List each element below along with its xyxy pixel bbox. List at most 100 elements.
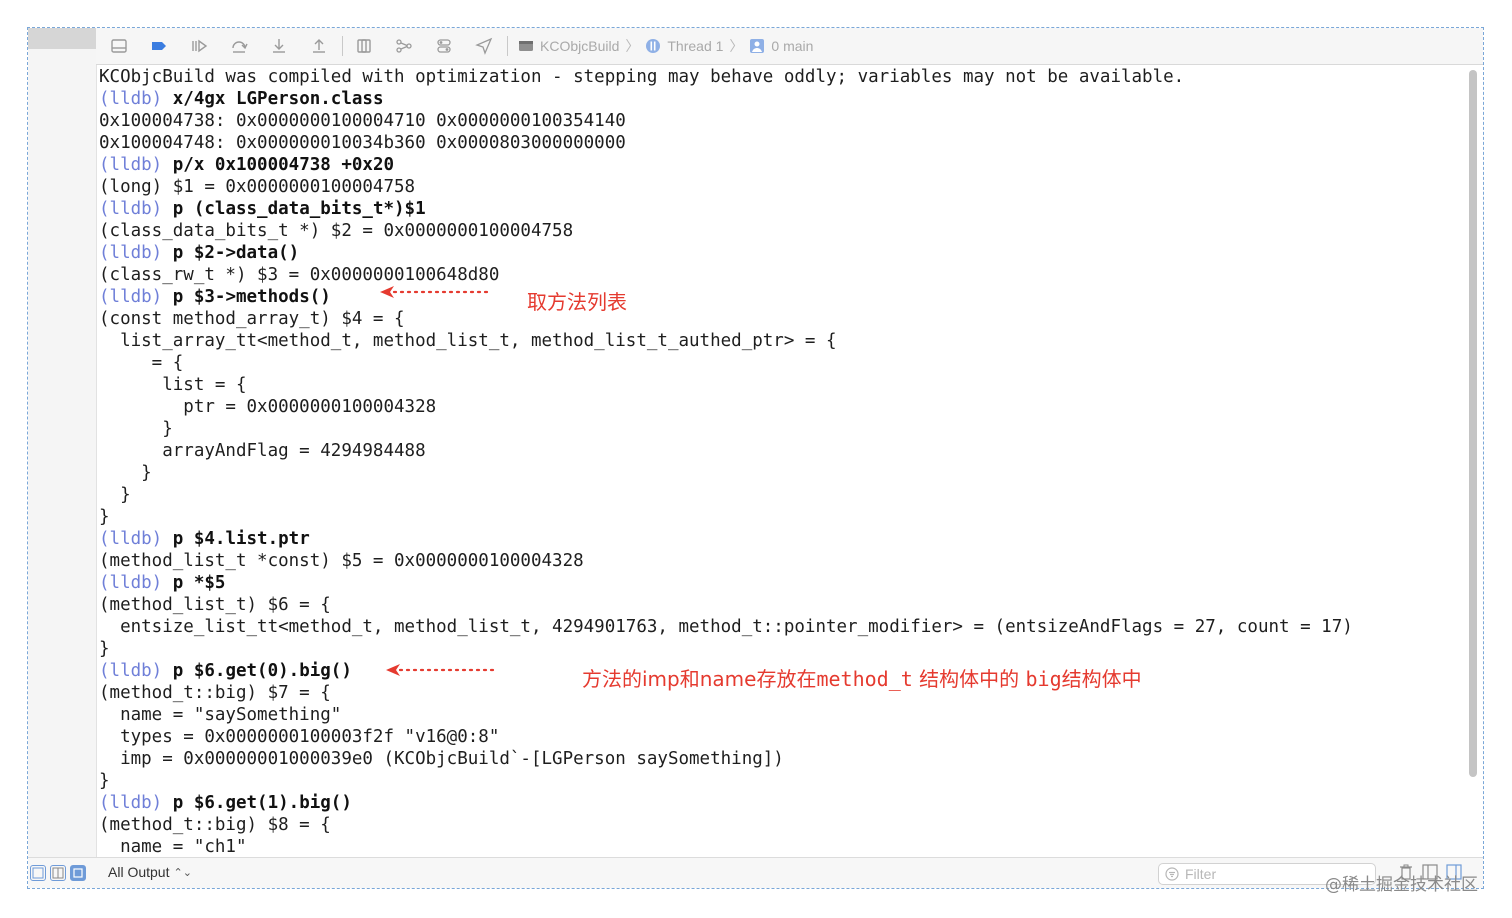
big-annotation-prefix: 方法的imp和name存放在	[582, 667, 817, 691]
lldb-command: p $4.list.ptr	[172, 529, 310, 549]
console-output-line: imp = 0x00000001000039e0 (KCObjcBuild`-[…	[99, 749, 784, 769]
split-pane-toggle-icon[interactable]	[50, 865, 66, 881]
thread-icon	[645, 38, 661, 54]
toolbar-separator	[507, 36, 508, 56]
console-output-line: name = "ch1"	[99, 837, 247, 857]
console-command-line: (lldb) p $2->data()	[99, 242, 1465, 264]
lldb-prompt: (lldb)	[99, 529, 163, 549]
lldb-prompt: (lldb)	[99, 155, 163, 175]
breadcrumb-thread[interactable]: Thread 1	[645, 38, 723, 54]
methods-annotation-text: 取方法列表	[527, 290, 627, 314]
console-output-line: list_array_tt<method_t, method_list_t, m…	[99, 331, 837, 351]
toolbar-separator	[342, 36, 343, 56]
lldb-command: x/4gx LGPerson.class	[172, 89, 384, 109]
console-output-line: name = "saySomething"	[99, 705, 342, 725]
step-over-icon[interactable]	[228, 35, 250, 57]
breadcrumb-label: 0 main	[771, 38, 814, 54]
console-output-line: (class_rw_t *) $3 = 0x0000000100648d80	[99, 265, 500, 285]
console-command-line: (lldb) x/4gx LGPerson.class	[99, 88, 1465, 110]
console-output-line: }	[99, 507, 110, 527]
filter-icon	[1165, 867, 1179, 881]
console-output-line: }	[99, 639, 110, 659]
debug-toolbar: KCObjcBuild 〉 Thread 1 〉 0 main	[96, 28, 1483, 65]
up-down-chevron-icon: ⌃⌄	[173, 866, 192, 879]
console-command-line: (lldb) p $6.get(1).big()	[99, 792, 1465, 814]
console-output-line: }	[99, 419, 173, 439]
console-command-line: (lldb) p $4.list.ptr	[99, 528, 1465, 550]
step-out-icon[interactable]	[308, 35, 330, 57]
big-annotation-arrow	[386, 664, 500, 676]
console-output-line: }	[99, 771, 110, 791]
console-output-line: list = {	[99, 375, 247, 395]
console-command-line: (lldb) p (class_data_bits_t*)$1	[99, 198, 1465, 220]
lldb-prompt: (lldb)	[99, 287, 163, 307]
lldb-command: p $6.get(1).big()	[172, 793, 352, 813]
console-command-line: (lldb) p $3->methods()	[99, 286, 1465, 308]
big-annotation-mid: 结构体中的	[912, 667, 1026, 691]
console-output-line: (class_data_bits_t *) $2 = 0x00000001000…	[99, 221, 574, 241]
big-annotation-method-t: method_t	[816, 667, 913, 691]
console-output-line: = {	[99, 353, 184, 373]
chevron-right-icon: 〉	[729, 38, 744, 54]
watermark: @稀土掘金技术社区	[1325, 875, 1478, 895]
console-output-line: 0x100004748: 0x000000010034b360 0x000080…	[99, 133, 626, 153]
lldb-prompt: (lldb)	[99, 199, 163, 219]
output-select-label: All Output	[108, 864, 170, 880]
console-output-line: entsize_list_tt<method_t, method_list_t,…	[99, 617, 1353, 637]
breadcrumb-frame[interactable]: 0 main	[749, 38, 813, 54]
console-bottom-bar: All Output ⌃⌄ Filter	[28, 857, 1483, 888]
console-output-line: }	[99, 485, 131, 505]
lldb-command: p *$5	[172, 573, 226, 593]
scrollbar-thumb[interactable]	[1469, 70, 1477, 777]
lldb-command: p/x 0x100004738 +0x20	[172, 155, 395, 175]
console-output-line: (const method_array_t) $4 = {	[99, 309, 405, 329]
breadcrumb-label: KCObjcBuild	[540, 38, 620, 54]
console-output-line: (method_t::big) $8 = {	[99, 815, 331, 835]
location-icon[interactable]	[473, 35, 495, 57]
console-output-line: }	[99, 463, 152, 483]
output-filter-select[interactable]: All Output ⌃⌄	[108, 864, 192, 880]
right-pane-toggle-icon[interactable]	[70, 865, 86, 881]
lldb-prompt: (lldb)	[99, 89, 163, 109]
memory-graph-icon[interactable]	[393, 35, 415, 57]
filter-placeholder: Filter	[1185, 866, 1217, 882]
console-text: KCObjcBuild was compiled with optimizati…	[96, 65, 1465, 858]
console-output-line: ptr = 0x0000000100004328	[99, 397, 437, 417]
big-annotation-text: 方法的imp和name存放在method_t 结构体中的 big结构体中	[582, 663, 1142, 692]
environment-overrides-icon[interactable]	[433, 35, 455, 57]
lldb-command: p $3->methods()	[172, 287, 331, 307]
console-output-line: 0x100004738: 0x0000000100004710 0x000000…	[99, 111, 626, 131]
breadcrumb-label: Thread 1	[667, 38, 724, 54]
hide-panel-icon[interactable]	[108, 35, 130, 57]
console-output-line: KCObjcBuild was compiled with optimizati…	[99, 67, 1185, 87]
console-command-line: (lldb) p/x 0x100004738 +0x20	[99, 154, 1465, 176]
xcode-debug-console-window: KCObjcBuild 〉 Thread 1 〉 0 main KCObjcBu…	[27, 27, 1484, 889]
lldb-command: p $6.get(0).big()	[172, 661, 352, 681]
continue-icon[interactable]	[188, 35, 210, 57]
console-output[interactable]: KCObjcBuild was compiled with optimizati…	[96, 65, 1465, 858]
lldb-prompt: (lldb)	[99, 793, 163, 813]
methods-annotation-arrow	[380, 286, 494, 298]
console-output-line: arrayAndFlag = 4294984488	[99, 441, 426, 461]
chevron-right-icon: 〉	[625, 38, 640, 54]
view-toggle-group	[28, 858, 90, 888]
console-output-line: types = 0x0000000100003f2f "v16@0:8"	[99, 727, 500, 747]
debug-view-hierarchy-icon[interactable]	[353, 35, 375, 57]
breakpoint-icon[interactable]	[148, 35, 170, 57]
console-output-line: (method_list_t) $6 = {	[99, 595, 331, 615]
left-pane-toggle-icon[interactable]	[30, 865, 46, 881]
app-target-icon	[518, 38, 534, 54]
console-command-line: (lldb) p *$5	[99, 572, 1465, 594]
lldb-command: p $2->data()	[172, 243, 300, 263]
breadcrumb-target[interactable]: KCObjcBuild	[518, 38, 619, 54]
big-annotation-suffix: 结构体中	[1061, 667, 1142, 691]
step-into-icon[interactable]	[268, 35, 290, 57]
big-annotation-big: big	[1025, 667, 1062, 691]
console-output-line: (method_list_t *const) $5 = 0x0000000100…	[99, 551, 584, 571]
lldb-prompt: (lldb)	[99, 243, 163, 263]
stack-frame-icon	[749, 38, 765, 54]
lldb-prompt: (lldb)	[99, 661, 163, 681]
console-output-line: (long) $1 = 0x0000000100004758	[99, 177, 416, 197]
lldb-prompt: (lldb)	[99, 573, 163, 593]
variables-pane-header	[28, 28, 96, 49]
